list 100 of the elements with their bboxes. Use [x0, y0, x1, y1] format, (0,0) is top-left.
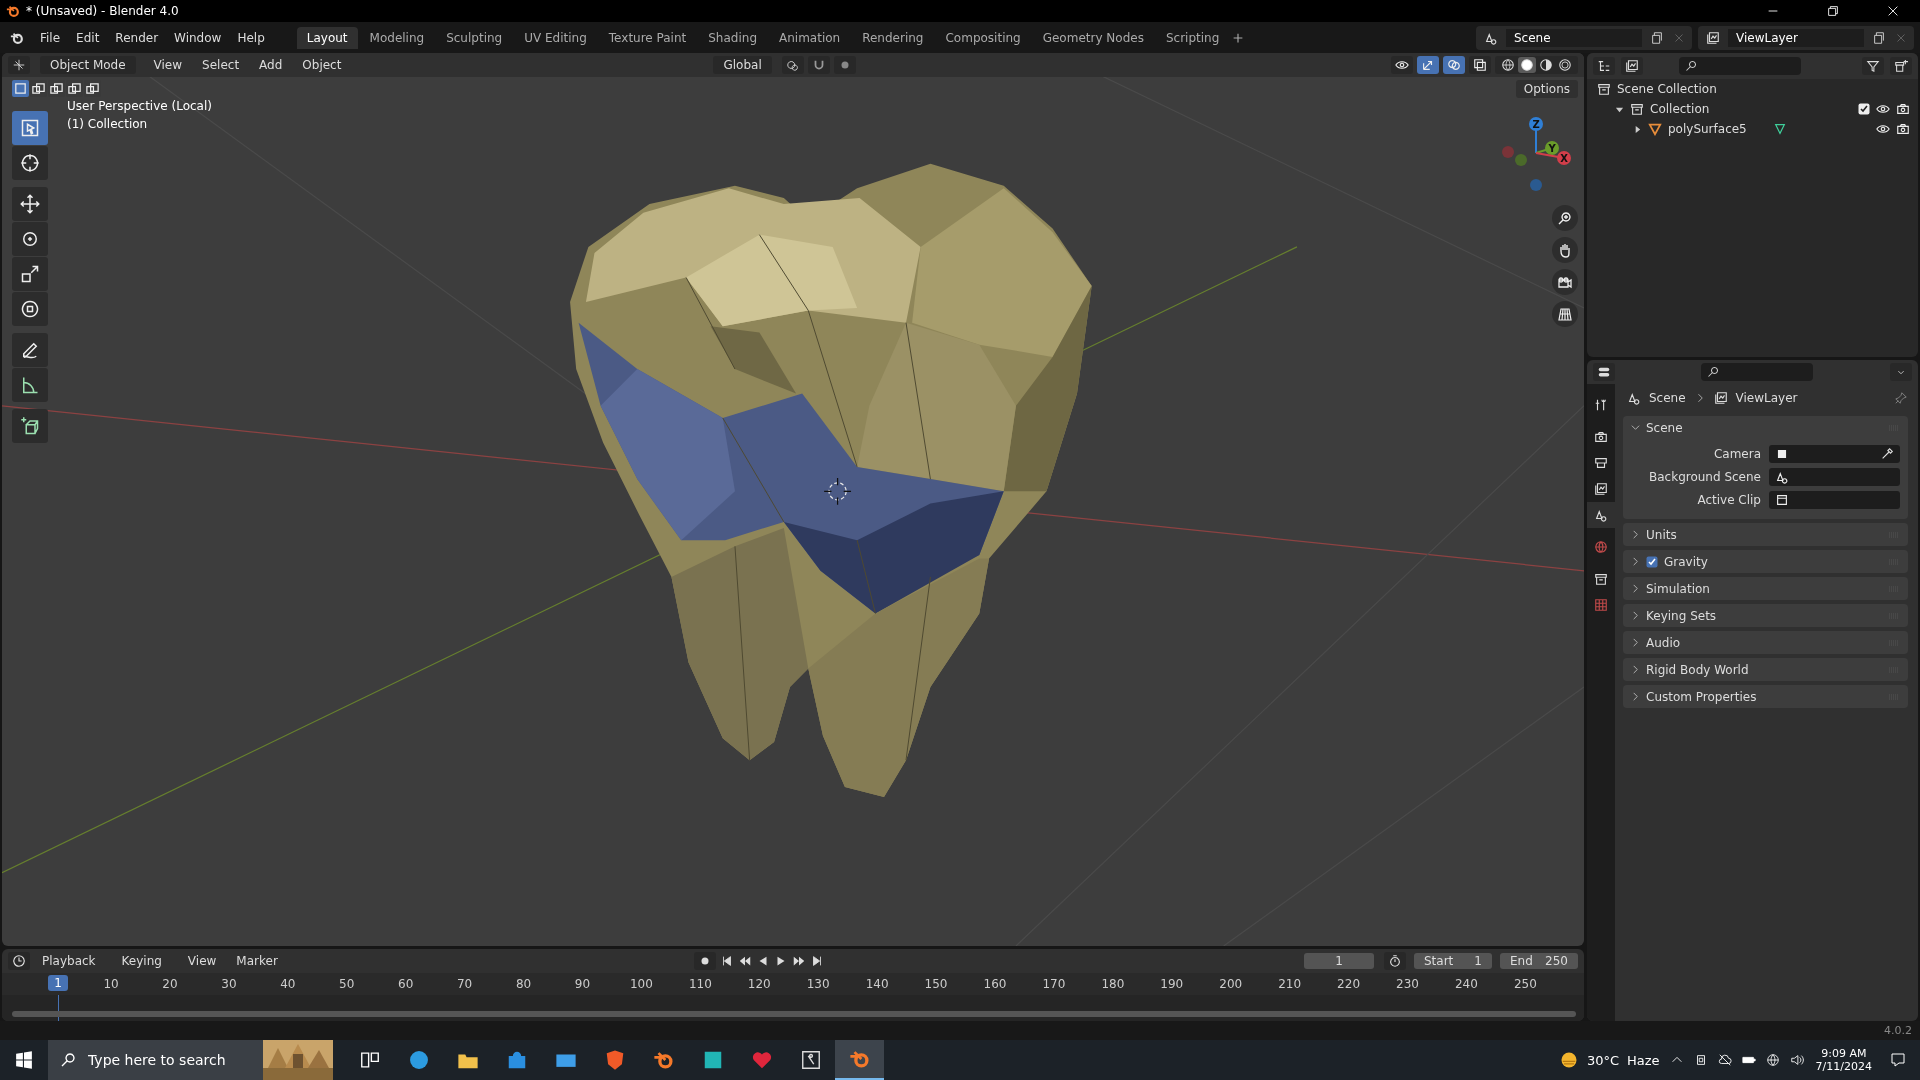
search-input[interactable]: Type here to search [86, 1051, 253, 1069]
checkbox[interactable] [1646, 555, 1658, 568]
squares-icon[interactable] [84, 80, 101, 97]
search-bar[interactable]: Type here to search [48, 1040, 333, 1080]
view-layer-selector[interactable]: ViewLayer [1728, 28, 1864, 47]
scrollbar[interactable] [12, 1011, 1576, 1017]
proportional-icon[interactable] [833, 56, 856, 74]
clock-date[interactable]: 7/11/2024 [1815, 1060, 1872, 1073]
options-dropdown[interactable]: Options [1515, 80, 1578, 98]
search-field[interactable] [1701, 363, 1813, 381]
toggle-icon[interactable] [1593, 363, 1615, 381]
axis-handle[interactable]: Z [1529, 117, 1543, 154]
section-title[interactable]: Audio [1646, 635, 1681, 650]
section-title[interactable]: Simulation [1646, 581, 1710, 596]
perspective-button[interactable] [1552, 301, 1578, 327]
clock-time[interactable]: 9:09 AM [1821, 1047, 1867, 1060]
globe-icon[interactable] [1765, 1053, 1780, 1067]
menu-item[interactable]: View [145, 55, 191, 75]
tool-button[interactable] [12, 257, 48, 291]
outliner-item[interactable]: polySurface5 [1668, 122, 1747, 136]
axis-handle[interactable] [1515, 154, 1527, 166]
input-field[interactable] [1769, 445, 1900, 463]
notification-icon[interactable] [1890, 1052, 1906, 1068]
squares-icon[interactable] [48, 80, 65, 97]
current-frame-field[interactable]: 1 [1304, 953, 1374, 969]
speaker-icon[interactable] [1789, 1053, 1804, 1067]
workspace-tab[interactable]: Sculpting [436, 26, 513, 49]
pivot-icon[interactable] [781, 56, 804, 74]
copy-icon[interactable] [1872, 30, 1886, 45]
playhead[interactable]: 1 [48, 975, 68, 991]
gizmo-arrows-icon[interactable] [1417, 56, 1439, 74]
tool-button[interactable] [12, 409, 48, 443]
menu-item[interactable]: Select [194, 55, 248, 75]
record-icon[interactable] [693, 952, 716, 970]
image-stack-icon[interactable] [1621, 57, 1643, 75]
menu-item[interactable]: Marker [228, 951, 286, 971]
chevron-icon[interactable] [1631, 611, 1640, 620]
menu-item[interactable]: Object [294, 55, 350, 75]
chevron-icon[interactable] [1631, 692, 1640, 701]
workspace-tab[interactable]: UV Editing [514, 26, 597, 49]
input-field[interactable] [1769, 491, 1900, 509]
filter-icon[interactable] [1862, 57, 1884, 75]
camera-view-button[interactable] [1552, 269, 1578, 295]
expand-arrow-icon[interactable] [1633, 124, 1642, 134]
tool-button[interactable] [12, 292, 48, 326]
eye-icon[interactable] [1876, 122, 1890, 136]
previous-key-icon[interactable] [737, 954, 752, 968]
camera-icon[interactable] [1896, 102, 1910, 116]
section-title[interactable]: Scene [1646, 420, 1683, 435]
eye-icon[interactable] [1876, 102, 1890, 116]
section-title[interactable]: Units [1646, 527, 1677, 542]
section-title[interactable]: Custom Properties [1646, 689, 1757, 704]
tool-button[interactable] [12, 146, 48, 180]
tool-button[interactable] [12, 333, 48, 367]
square-icon[interactable] [12, 80, 29, 97]
menu-item[interactable]: View [179, 951, 225, 971]
restore-icon[interactable] [1826, 4, 1840, 18]
axis-handle[interactable] [1502, 146, 1514, 158]
search-field[interactable] [1679, 57, 1801, 75]
outliner-item[interactable]: Collection [1650, 102, 1710, 116]
workspace-tab[interactable]: Compositing [935, 26, 1031, 49]
material-shading-icon[interactable] [1537, 57, 1555, 73]
workspace-tab[interactable]: Layout [296, 26, 358, 49]
app-logo-icon[interactable] [10, 30, 24, 45]
properties-tab[interactable] [1587, 502, 1615, 528]
tool-button[interactable] [12, 222, 48, 256]
viewport[interactable]: Object Mode View Select Add Object Global User Perspective (Local) (1) Collection Options Z Y X [2, 53, 1584, 946]
menu-item[interactable]: Help [229, 27, 273, 48]
workspace-tab[interactable]: Geometry Nodes [1032, 26, 1154, 49]
chevron-icon[interactable] [1631, 557, 1640, 566]
shapes-icon[interactable] [1484, 30, 1498, 45]
outliner-icon[interactable] [1593, 57, 1615, 75]
axis-handle[interactable] [1530, 179, 1542, 191]
next-key-icon[interactable] [791, 954, 806, 968]
menu-item[interactable]: Edit [68, 27, 108, 48]
wireframe-shading-icon[interactable] [1499, 57, 1517, 73]
eye-icon[interactable] [1391, 56, 1413, 74]
overlay-circles-icon[interactable] [1443, 56, 1465, 74]
start-frame-field[interactable]: Start 1 [1414, 953, 1492, 969]
menu-item[interactable]: Window [166, 27, 230, 48]
tool-button[interactable] [12, 187, 48, 221]
workspace-tab[interactable]: Animation [769, 26, 851, 49]
editor-type-icon[interactable] [8, 56, 30, 74]
chevron-icon[interactable] [1631, 584, 1640, 593]
section-title[interactable]: Keying Sets [1646, 608, 1717, 623]
windows-start-icon[interactable] [15, 1051, 33, 1069]
pan-button[interactable] [1552, 237, 1578, 263]
rendered-shading-icon[interactable] [1556, 57, 1574, 73]
workspace-tab[interactable]: Modeling [359, 26, 435, 49]
mode-dropdown[interactable]: Object Mode [40, 56, 136, 74]
end-frame-field[interactable]: End 250 [1500, 953, 1578, 969]
magnet-icon[interactable] [807, 56, 830, 74]
workspace-tab[interactable]: Rendering [852, 26, 934, 49]
new-collection-icon[interactable] [1890, 57, 1912, 75]
menu-item[interactable]: Render [107, 27, 167, 48]
workspace-tab[interactable]: Scripting [1155, 26, 1230, 49]
outliner-item[interactable]: Scene Collection [1617, 82, 1717, 96]
menu-item[interactable]: Playback [34, 951, 110, 971]
orientation-dropdown[interactable]: Global [713, 56, 772, 74]
menu-item[interactable]: Keying [113, 951, 176, 971]
